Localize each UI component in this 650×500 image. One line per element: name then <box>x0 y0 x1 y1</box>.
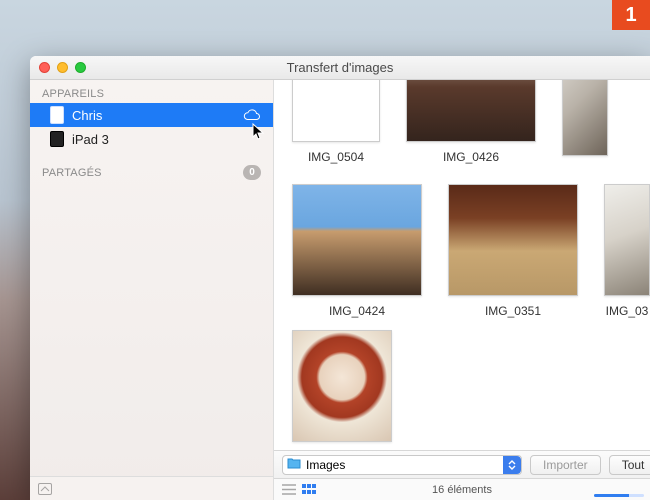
thumb-image <box>604 184 650 296</box>
tablet-icon <box>50 131 64 147</box>
app-window: Transfert d'images APPAREILS Chris iPad … <box>30 56 650 500</box>
thumb-label: IMG_03 <box>606 304 649 318</box>
minimize-icon[interactable] <box>57 62 68 73</box>
thumb-item[interactable]: IMG_0426 <box>406 80 536 164</box>
thumb-image <box>406 80 536 142</box>
thumb-image <box>562 80 608 156</box>
sidebar-section-shared: PARTAGÉS <box>42 167 237 179</box>
thumb-item[interactable]: IMG_0424 <box>292 184 422 318</box>
progress-indicator <box>594 494 644 497</box>
device-label: Chris <box>72 108 102 123</box>
thumb-label: IMG_0504 <box>308 150 364 164</box>
stepper-arrows-icon[interactable] <box>503 456 521 474</box>
device-item-ipad[interactable]: iPad 3 <box>30 127 273 151</box>
zoom-icon[interactable] <box>75 62 86 73</box>
thumb-image <box>292 330 392 442</box>
cloud-icon <box>243 109 261 121</box>
thumb-image <box>292 184 422 296</box>
thumbnail-grid[interactable]: IMG_0504 IMG_0426 IMG_0424 <box>274 80 650 450</box>
toolbar: Images Importer Tout <box>274 450 650 478</box>
window-title: Transfert d'images <box>30 60 650 75</box>
close-icon[interactable] <box>39 62 50 73</box>
thumb-item[interactable]: IMG_03 <box>604 184 650 318</box>
thumb-item[interactable] <box>292 330 392 450</box>
window-controls <box>39 62 86 73</box>
import-button[interactable]: Importer <box>530 455 601 475</box>
panel-toggle-icon[interactable] <box>38 483 52 495</box>
device-item-chris[interactable]: Chris <box>30 103 273 127</box>
folder-icon <box>287 457 301 472</box>
sidebar-footer <box>30 476 273 500</box>
sidebar-section-devices: APPAREILS <box>30 80 273 103</box>
thumb-item[interactable]: IMG_0504 <box>292 80 380 164</box>
destination-select[interactable]: Images <box>282 455 522 475</box>
shared-count-badge: 0 <box>243 165 261 180</box>
thumb-item[interactable]: IMG_0351 <box>448 184 578 318</box>
thumb-label: IMG_0351 <box>485 304 541 318</box>
destination-label: Images <box>306 458 345 472</box>
device-label: iPad 3 <box>72 132 109 147</box>
step-badge: 1 <box>612 0 650 30</box>
status-bar: 16 éléments <box>274 478 650 500</box>
list-view-icon[interactable] <box>282 484 296 495</box>
grid-view-icon[interactable] <box>302 484 316 495</box>
thumb-image <box>292 80 380 142</box>
thumb-image <box>448 184 578 296</box>
titlebar[interactable]: Transfert d'images <box>30 56 650 80</box>
import-all-button[interactable]: Tout <box>609 455 650 475</box>
thumb-item[interactable] <box>562 80 608 164</box>
sidebar: APPAREILS Chris iPad 3 PARTAGÉS 0 <box>30 80 274 500</box>
thumb-label: IMG_0426 <box>443 150 499 164</box>
phone-icon <box>50 106 64 124</box>
main-panel: IMG_0504 IMG_0426 IMG_0424 <box>274 80 650 500</box>
thumb-label: IMG_0424 <box>329 304 385 318</box>
